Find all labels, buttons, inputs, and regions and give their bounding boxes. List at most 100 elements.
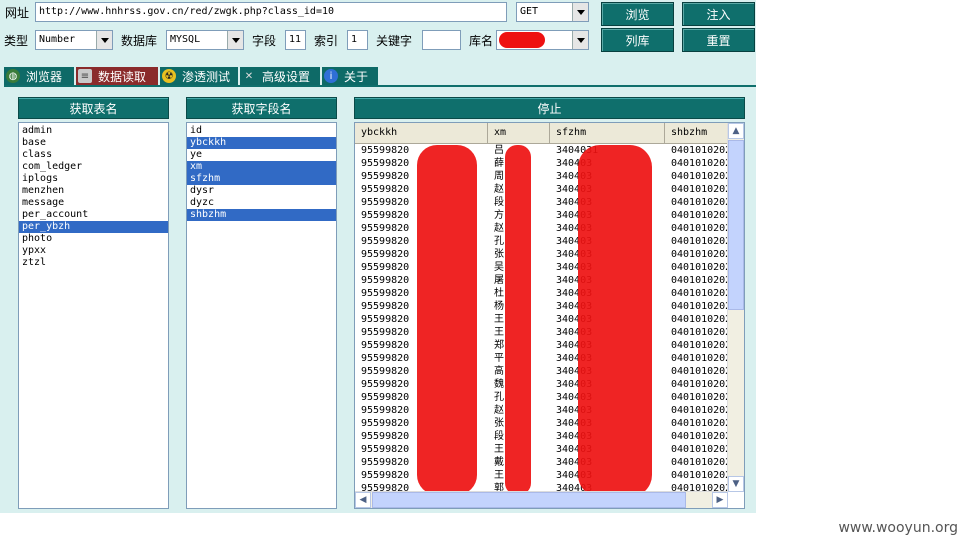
list-item[interactable]: ztzl (19, 257, 168, 269)
list-item[interactable]: base (19, 137, 168, 149)
table-row[interactable]: 95599820 赵 340403 0401010202 (355, 404, 728, 417)
stop-button[interactable]: 停止 (354, 97, 745, 119)
table-row[interactable]: 95599820 段 340403 0401010202 (355, 430, 728, 443)
redaction-mark (505, 145, 531, 495)
globe-icon: ◍ (6, 69, 20, 83)
table-cell: 0401010202 (671, 405, 728, 416)
column-header[interactable]: shbzhm (665, 123, 728, 143)
tab-pentest[interactable]: ☢ 渗透测试 (160, 67, 238, 85)
scroll-down-icon[interactable]: ▼ (728, 476, 744, 492)
table-row[interactable]: 95599820 郑 340403 0401010202 (355, 339, 728, 352)
list-item[interactable]: iplogs (19, 173, 168, 185)
keyword-input[interactable] (422, 30, 461, 50)
database-select[interactable]: MYSQL (166, 30, 244, 50)
list-item[interactable]: message (19, 197, 168, 209)
chevron-down-icon[interactable] (572, 3, 588, 21)
list-item[interactable]: class (19, 149, 168, 161)
list-item[interactable]: sfzhm (187, 173, 336, 185)
chevron-down-icon[interactable] (227, 31, 243, 49)
table-row[interactable]: 95599820 张 340403 0401010202 (355, 248, 728, 261)
method-select[interactable]: GET (516, 2, 589, 22)
table-row[interactable]: 95599820 周 340403 0401010202 (355, 170, 728, 183)
method-value: GET (520, 6, 539, 17)
table-row[interactable]: 95599820 吕 3404031 0401010202 (355, 144, 728, 157)
scroll-thumb[interactable] (728, 140, 744, 310)
fields-list[interactable]: id ybckkh ye xm sfzhm dysr dyzc shbzhm (186, 122, 337, 509)
table-cell: 0401010202 (671, 262, 728, 273)
table-cell: 0401010202 (671, 288, 728, 299)
list-item[interactable]: per_account (19, 209, 168, 221)
table-row[interactable]: 95599820 赵 340403 0401010202 (355, 183, 728, 196)
table-row[interactable]: 95599820 吴 340403 0401010202 (355, 261, 728, 274)
table-row[interactable]: 95599820 段 340403 0401010202 (355, 196, 728, 209)
reset-button[interactable]: 重置 (682, 28, 755, 52)
column-header[interactable]: ybckkh (355, 123, 488, 143)
table-row[interactable]: 95599820 杨 340403 0401010202 (355, 300, 728, 313)
table-row[interactable]: 95599820 王 340403 0401010202 (355, 313, 728, 326)
tab-about[interactable]: i 关于 (322, 67, 378, 85)
table-cell: 0401010202 (671, 210, 728, 221)
horizontal-scrollbar[interactable]: ◀ ▶ (355, 491, 728, 508)
tab-advanced[interactable]: ✕ 高级设置 (240, 67, 320, 85)
table-row[interactable]: 95599820 方 340403 0401010202 (355, 209, 728, 222)
table-cell: 0401010202 (671, 145, 728, 156)
list-item[interactable]: menzhen (19, 185, 168, 197)
scroll-thumb[interactable] (372, 492, 686, 508)
list-item[interactable]: dysr (187, 185, 336, 197)
table-row[interactable]: 95599820 薛 340403 0401010202 (355, 157, 728, 170)
list-item[interactable]: ypxx (19, 245, 168, 257)
scroll-left-icon[interactable]: ◀ (355, 492, 371, 508)
list-item[interactable]: ybckkh (187, 137, 336, 149)
table-row[interactable]: 95599820 杜 340403 0401010202 (355, 287, 728, 300)
database-icon: ≡ (78, 69, 92, 83)
data-grid[interactable]: ybckkh xm sfzhm shbzhm 95599820 吕 3404031 0… (354, 122, 745, 509)
list-item[interactable]: com_ledger (19, 161, 168, 173)
table-row[interactable]: 95599820 张 340403 0401010202 (355, 417, 728, 430)
list-item[interactable]: id (187, 125, 336, 137)
table-cell: 0401010202 (671, 366, 728, 377)
table-row[interactable]: 95599820 孔 340403 0401010202 (355, 235, 728, 248)
tab-browser[interactable]: ◍ 浏览器 (4, 67, 74, 85)
app-window: 网址 http://www.hnhrss.gov.cn/red/zwgk.php… (0, 0, 756, 513)
chevron-down-icon[interactable] (572, 31, 588, 49)
browse-button[interactable]: 浏览 (601, 2, 674, 26)
table-row[interactable]: 95599820 王 340403 0401010202 (355, 326, 728, 339)
list-item[interactable]: shbzhm (187, 209, 336, 221)
table-row[interactable]: 95599820 孔 340403 0401010202 (355, 391, 728, 404)
table-row[interactable]: 95599820 平 340403 0401010202 (355, 352, 728, 365)
scroll-up-icon[interactable]: ▲ (728, 123, 744, 139)
tools-icon: ✕ (244, 70, 254, 82)
table-cell: 0401010202 (671, 353, 728, 364)
list-item[interactable]: per_ybzh (19, 221, 168, 233)
column-header[interactable]: sfzhm (550, 123, 665, 143)
list-item[interactable]: dyzc (187, 197, 336, 209)
get-fields-button[interactable]: 获取字段名 (186, 97, 337, 119)
url-label: 网址 (5, 6, 30, 20)
table-cell: 0401010202 (671, 418, 728, 429)
list-item[interactable]: xm (187, 161, 336, 173)
table-row[interactable]: 95599820 戴 340403 0401010202 (355, 456, 728, 469)
table-row[interactable]: 95599820 高 340403 0401010202 (355, 365, 728, 378)
field-count-input[interactable]: 11 (285, 30, 306, 50)
table-row[interactable]: 95599820 王 340403 0401010202 (355, 443, 728, 456)
chevron-down-icon[interactable] (96, 31, 112, 49)
list-db-button[interactable]: 列库 (601, 28, 674, 52)
type-select[interactable]: Number (35, 30, 113, 50)
table-row[interactable]: 95599820 王 340403 0401010202 (355, 469, 728, 482)
get-tables-button[interactable]: 获取表名 (18, 97, 169, 119)
list-item[interactable]: photo (19, 233, 168, 245)
tab-data-read[interactable]: ≡ 数据读取 (76, 67, 158, 85)
dbname-select[interactable] (496, 30, 589, 50)
scroll-right-icon[interactable]: ▶ (712, 492, 728, 508)
table-row[interactable]: 95599820 赵 340403 0401010202 (355, 222, 728, 235)
inject-button[interactable]: 注入 (682, 2, 755, 26)
column-header[interactable]: xm (488, 123, 550, 143)
index-input[interactable]: 1 (347, 30, 368, 50)
list-item[interactable]: ye (187, 149, 336, 161)
tables-list[interactable]: admin base class com_ledger iplogs menzhen mes… (18, 122, 169, 509)
table-row[interactable]: 95599820 魏 340403 0401010202 (355, 378, 728, 391)
table-row[interactable]: 95599820 屠 340403 0401010202 (355, 274, 728, 287)
list-item[interactable]: admin (19, 125, 168, 137)
vertical-scrollbar[interactable]: ▲ ▼ (727, 123, 744, 492)
url-input[interactable]: http://www.hnhrss.gov.cn/red/zwgk.php?cl… (35, 2, 507, 22)
